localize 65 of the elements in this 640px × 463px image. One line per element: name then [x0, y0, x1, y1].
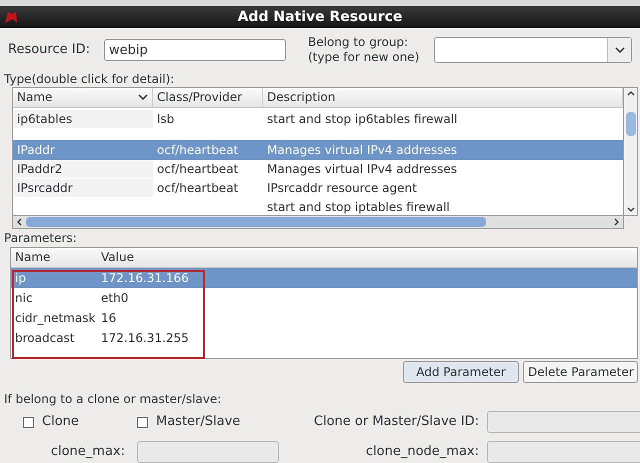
table-cell-text: 172.16.31.166 [100, 270, 190, 287]
table-cell-text: cidr_netmask [14, 310, 96, 327]
table-cell-text: broadcast [14, 330, 76, 347]
group-combo-box[interactable] [434, 37, 632, 64]
scroll-up-icon[interactable] [626, 91, 634, 96]
table-row[interactable]: broadcast 172.16.31.255 [11, 328, 637, 348]
group-label: Belong to group: (type for new one) [308, 35, 420, 66]
scroll-down-icon[interactable] [626, 207, 634, 212]
table-cell-text: eth0 [100, 290, 130, 307]
table-cell-text: IPaddr [16, 142, 56, 159]
table-cell-text: lsb [156, 110, 176, 128]
chevron-down-icon [138, 94, 148, 100]
horizontal-scrollbar[interactable] [12, 216, 624, 230]
table-cell-text: 172.16.31.255 [100, 330, 190, 347]
scroll-thumb[interactable] [26, 217, 486, 228]
table-cell-text: ocf/heartbeat [156, 180, 240, 198]
checkbox[interactable]: Clone [1, 412, 137, 432]
scroll-right-icon[interactable] [614, 218, 619, 226]
table-row[interactable]: nic eth0 [11, 288, 637, 308]
table-cell-text: ip [14, 270, 27, 287]
section-label: Parameters: [3, 231, 78, 247]
dropdown-button[interactable] [607, 38, 631, 62]
table-cell: IPsrcaddr [13, 179, 153, 198]
clone-max-field[interactable] [137, 441, 279, 463]
section-label: Type(double click for detail): [3, 72, 176, 88]
checkbox-icon [137, 416, 148, 428]
table-cell: IPaddr2 [13, 160, 153, 178]
table-row[interactable]: IPsrcaddr ocf/heartbeat IPsrcaddr resource agent [13, 178, 623, 198]
app-logo-icon [4, 10, 18, 24]
parameter-button[interactable]: Add Parameter [403, 360, 519, 383]
table-cell-text: Manages virtual IPv4 addresses [266, 161, 458, 178]
field-label: clone_max: [50, 443, 126, 462]
section-label: If belong to a clone or master/slave: [3, 392, 222, 408]
field-label: Clone or Master/Slave ID: [312, 413, 480, 432]
column-header[interactable]: Name [13, 88, 153, 107]
column-header[interactable]: Description [263, 88, 623, 107]
table-cell-text: ocf/heartbeat [156, 161, 240, 178]
table-cell-text: Manages virtual IPv4 addresses [266, 142, 458, 159]
chevron-down-icon [614, 47, 624, 54]
table-cell: ip6tables [13, 110, 153, 128]
checkbox-icon [23, 416, 34, 428]
scroll-thumb[interactable] [626, 112, 636, 136]
table-cell-text: ocf/heartbeat [156, 142, 240, 159]
window-title: Add Native Resource [236, 8, 404, 26]
scroll-left-icon[interactable] [17, 218, 22, 226]
table-cell-text: start and stop iptables firewall [266, 199, 451, 216]
field-label: clone_node_max: [364, 443, 480, 462]
resource-id-field[interactable]: webip [104, 39, 286, 62]
column-header[interactable]: Value [97, 248, 637, 267]
table-cell-text: nic [14, 290, 34, 307]
clone-node-max-field[interactable] [487, 441, 640, 463]
table-cell-text: IPsrcaddr resource agent [266, 180, 418, 198]
table-row[interactable]: start and stop iptables firewall [13, 198, 623, 216]
table-row[interactable]: ip6tables lsb start and stop ip6tables firewall [13, 108, 623, 140]
field-label: Resource ID: [8, 41, 91, 60]
table-cell-text: 16 [100, 310, 118, 327]
clone-id-field[interactable] [487, 411, 640, 434]
column-header[interactable]: Class/Provider [153, 88, 263, 107]
column-header[interactable]: Name [11, 248, 97, 267]
checkbox[interactable]: Master/Slave [137, 412, 307, 432]
parameter-button[interactable]: Delete Parameter [523, 360, 638, 383]
vertical-scrollbar[interactable] [624, 87, 638, 216]
table-row[interactable]: IPaddr2 ocf/heartbeat Manages virtual IPv4 addresses [13, 160, 623, 179]
table-row[interactable]: cidr_netmask 16 [11, 308, 637, 328]
table-cell-text: start and stop ip6tables firewall [266, 110, 458, 128]
